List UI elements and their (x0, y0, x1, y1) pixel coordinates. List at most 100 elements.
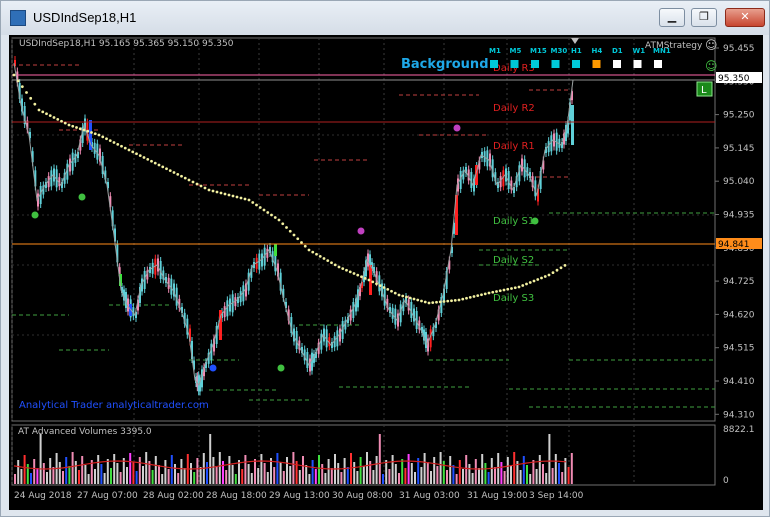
volume-bar (298, 470, 301, 484)
volume-bar (142, 466, 144, 484)
tf-label: M30 (551, 47, 568, 55)
signal-dot (357, 227, 365, 235)
price-label: 95.455 (723, 44, 755, 54)
ma-dot (41, 110, 45, 114)
chart-shift-marker[interactable] (571, 38, 579, 44)
ma-dot (510, 287, 513, 290)
ma-dot (82, 128, 86, 132)
price-label: 95.040 (723, 177, 755, 187)
time-label: 31 Aug 19:00 (467, 491, 528, 501)
price-chart[interactable]: Daily R3Daily R2Daily R1Daily S1Daily S2… (9, 35, 763, 510)
ma-dot (352, 272, 356, 275)
ma-dot (420, 299, 423, 303)
time-label: 28 Aug 02:00 (143, 491, 204, 501)
tf-box (572, 60, 580, 68)
ma-dot (333, 263, 337, 267)
background-label: Background (401, 57, 489, 72)
price-path (13, 62, 574, 387)
ma-dot (288, 229, 292, 233)
volume-bar (183, 468, 186, 484)
ma-dot (330, 261, 333, 265)
ma-dot (219, 191, 223, 195)
ma-dot (12, 73, 16, 77)
volume-bar (500, 462, 503, 484)
ma-dot (63, 121, 67, 125)
ma-dot (183, 176, 187, 180)
candles (14, 56, 574, 396)
volume-bar (503, 471, 506, 484)
mt-chart-window: USDIndSep18,H1 ▁ ❐ ✕ Daily R3 Daily R2 Dai… (0, 0, 770, 517)
current-price-text: 95.350 (718, 74, 750, 84)
volume-bar (39, 434, 42, 484)
volume-bar (449, 456, 452, 484)
ma-dot (311, 250, 315, 254)
ma-dot (16, 79, 20, 83)
ma-dot (243, 197, 247, 201)
volume-bar (362, 466, 365, 484)
volume-bar (273, 467, 276, 484)
volume-bar (490, 458, 493, 484)
price-label: 95.250 (723, 111, 755, 121)
volume-bar (302, 456, 304, 484)
volume-bar (372, 470, 375, 484)
volume-bar (244, 455, 247, 484)
volume-bar (327, 459, 330, 484)
ma-dot (300, 241, 303, 244)
ma-dot (423, 300, 427, 304)
volume-bar (260, 454, 263, 484)
volume-bar (196, 458, 199, 484)
close-button[interactable]: ✕ (725, 8, 765, 27)
chart-area[interactable]: Daily R3 Daily R2 Daily R1 Daily S1 Daily S2… (9, 35, 763, 510)
volume-bar (81, 456, 84, 484)
price-label: 94.310 (723, 410, 755, 420)
ma-dot (521, 284, 525, 287)
volume-bar (353, 462, 356, 484)
ma-dot (390, 289, 393, 293)
volume-bar (110, 468, 112, 484)
volume-bar (113, 454, 116, 484)
ma-dot (116, 142, 120, 146)
ma-dot (378, 284, 382, 288)
ma-dot (199, 184, 203, 188)
volume-bar (199, 467, 202, 484)
ma-dot (348, 270, 352, 274)
volume-bar (436, 466, 439, 484)
volume-bar (78, 470, 80, 484)
ma-dot (360, 275, 363, 279)
volume-bar (119, 472, 122, 484)
volume-bar (164, 460, 167, 484)
volume-bar (263, 463, 266, 484)
volume-bar (103, 473, 106, 484)
volume-bar (116, 463, 119, 484)
ma-dot (75, 126, 78, 129)
volume-axis-top: 8822.1 (723, 425, 755, 435)
volume-bar (426, 462, 429, 484)
volume-bar (554, 454, 557, 484)
ma-dot (412, 297, 416, 301)
time-label: 24 Aug 2018 (14, 491, 72, 501)
volume-bar (58, 462, 61, 484)
signal-dot (31, 211, 39, 219)
ma-dot (161, 165, 165, 169)
ma-dot (453, 298, 457, 302)
title-bar[interactable]: USDIndSep18,H1 ▁ ❐ ✕ (1, 1, 769, 35)
volume-bar (561, 472, 564, 484)
volume-bar (49, 458, 52, 484)
ma-dot (187, 178, 191, 182)
volume-bar (180, 459, 183, 484)
volume-bar (87, 474, 90, 484)
price-label: 94.515 (723, 344, 755, 354)
minimize-icon: ▁ (667, 10, 677, 23)
ma-dot (281, 222, 285, 226)
restore-button[interactable]: ❐ (691, 8, 717, 27)
minimize-button[interactable]: ▁ (659, 8, 685, 27)
volume-bar (231, 465, 234, 484)
volume-bar (33, 459, 36, 484)
ma-dot (86, 129, 90, 133)
ma-dot (251, 201, 255, 204)
pivot-lines (12, 64, 715, 408)
volume-bar (366, 452, 368, 484)
volume-bar (318, 455, 320, 484)
ma-dot (29, 96, 33, 100)
ma-dot (157, 163, 161, 167)
